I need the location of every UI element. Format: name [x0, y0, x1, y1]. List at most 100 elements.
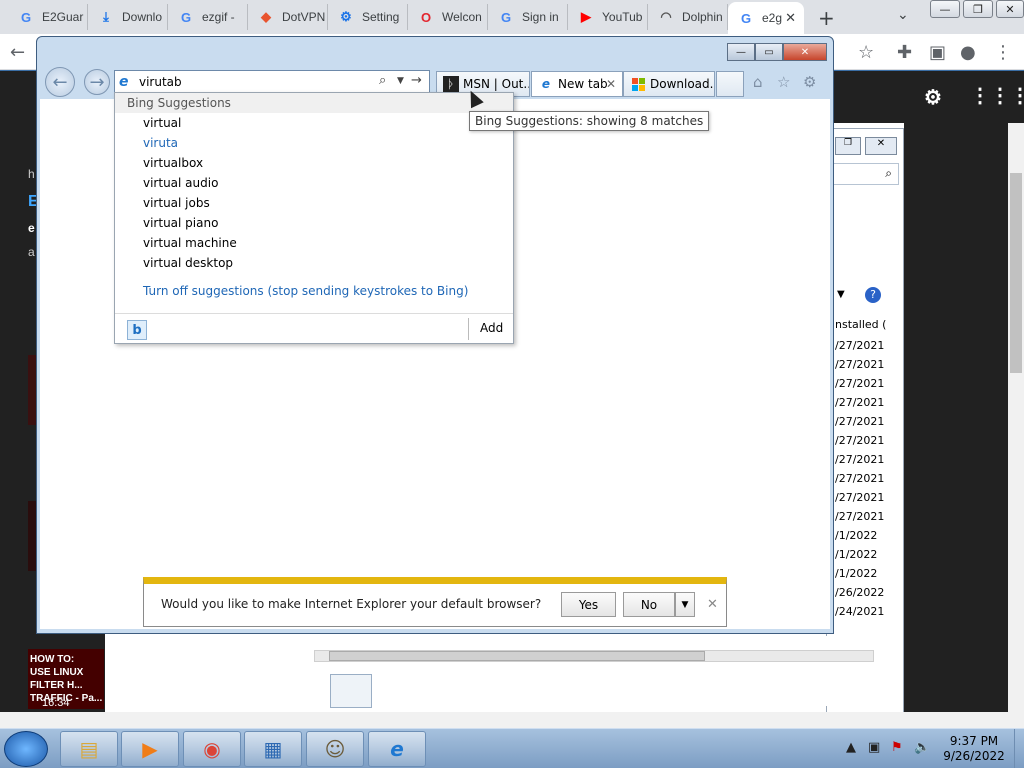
default-browser-notification: Would you like to make Internet Explorer… [143, 577, 727, 627]
date-cell: /1/2022 [835, 548, 878, 561]
add-search-provider-button[interactable]: Add [480, 321, 503, 335]
chrome-tab-e2g-active[interactable]: Ge2g ✕ [728, 2, 804, 34]
ie-minimize-button[interactable]: — [727, 43, 755, 61]
suggestion-item[interactable]: virtual piano [143, 216, 218, 230]
search-icon[interactable]: ⌕ [379, 73, 386, 88]
suggestion-item[interactable]: virtual desktop [143, 256, 233, 270]
clock-time: 9:37 PM [949, 734, 999, 748]
star-icon[interactable]: ☆ [858, 42, 874, 63]
minimize-button[interactable]: — [930, 0, 960, 18]
background-list-area [310, 636, 896, 708]
chrome-tab-dolphin[interactable]: ◠ Dolphin [648, 4, 728, 30]
ie-close-button[interactable]: ✕ [783, 43, 827, 61]
bg-restore-button[interactable]: ❐ [835, 137, 861, 155]
bing-icon[interactable]: b [127, 320, 147, 340]
action-center-icon[interactable]: ⚑ [891, 740, 903, 755]
explorer-taskbar-icon[interactable]: ▤ [60, 731, 118, 767]
date-cell: /27/2021 [835, 396, 885, 409]
back-arrow-icon[interactable]: ← [10, 42, 25, 63]
dropdown-arrow-icon[interactable]: ▼ [837, 289, 845, 300]
favorites-star-icon[interactable]: ☆ [777, 73, 790, 91]
ie-tab-new-tab[interactable]: e New tab ✕ [531, 71, 623, 97]
ie-maximize-button[interactable]: ▭ [755, 43, 783, 61]
suggestion-item[interactable]: virtual jobs [143, 196, 210, 210]
date-cell: /27/2021 [835, 358, 885, 371]
bing-suggestions-dropdown: Bing Suggestions virtual viruta virtualb… [114, 92, 514, 344]
close-notification-icon[interactable]: ✕ [707, 597, 718, 612]
clock[interactable]: 9:37 PM 9/26/2022 [936, 734, 1012, 764]
suggestion-item[interactable]: virtual machine [143, 236, 237, 250]
apps-grid-icon[interactable]: ⋮⋮⋮ [970, 83, 1024, 108]
chrome-tab-signin[interactable]: G Sign in [488, 4, 568, 30]
bg-search-box[interactable]: ⌕ [827, 163, 899, 185]
chrome-tab-downloads[interactable]: ⤓ Downlo [88, 4, 168, 30]
download-icon: ⤓ [103, 9, 109, 24]
tab-label: YouTub [602, 10, 643, 24]
no-button[interactable]: No [623, 592, 675, 617]
close-tab-icon[interactable]: ✕ [606, 77, 616, 91]
column-header-installed[interactable]: nstalled ( [835, 318, 886, 331]
show-desktop-button[interactable] [1014, 729, 1024, 768]
ie-tab-download[interactable]: Download... [623, 71, 715, 97]
chrome-taskbar-icon[interactable]: ◉ [183, 731, 241, 767]
home-icon[interactable]: ⌂ [753, 73, 763, 91]
suggestion-item[interactable]: virtualbox [143, 156, 203, 170]
profile-icon[interactable]: ● [960, 42, 976, 63]
ie-taskbar-icon[interactable]: e [368, 731, 426, 767]
go-arrow-icon[interactable]: → [411, 73, 422, 88]
media-player-taskbar-icon[interactable]: ▶ [121, 731, 179, 767]
suggestion-item-highlighted[interactable]: viruta [143, 136, 178, 150]
ie-new-tab-button[interactable] [716, 71, 744, 97]
tab-label: E2Guar [42, 10, 84, 24]
chrome-tab-ezgif[interactable]: Gezgif - [168, 4, 248, 30]
no-dropdown-arrow-icon[interactable]: ▼ [675, 592, 695, 617]
tools-gear-icon[interactable]: ⚙ [803, 73, 816, 91]
video-thumbnail-linux[interactable]: HOW TO: USE LINUX FILTER H... TRAFFIC - … [28, 649, 104, 709]
horizontal-scrollbar[interactable] [314, 650, 874, 662]
turn-off-suggestions-link[interactable]: Turn off suggestions (stop sending keyst… [143, 284, 468, 298]
tab-label: Download... [650, 77, 715, 91]
windows-icon [630, 76, 646, 92]
sidepanel-icon[interactable]: ▣ [929, 42, 946, 63]
close-button[interactable]: ✕ [996, 0, 1024, 18]
control-panel-taskbar-icon[interactable]: ▦ [244, 731, 302, 767]
ie-forward-button[interactable]: → [84, 69, 110, 95]
settings-gear-icon[interactable]: ⚙ [924, 85, 942, 110]
close-tab-icon[interactable]: ✕ [785, 10, 796, 26]
chrome-tab-settings[interactable]: ⚙ Setting [328, 4, 408, 30]
bg-close-button[interactable]: ✕ [865, 137, 897, 155]
chrome-tab-welcome[interactable]: O Welcon [408, 4, 488, 30]
thumbnail-icon[interactable] [330, 674, 372, 708]
suggestion-item[interactable]: virtual audio [143, 176, 218, 190]
vertical-scrollbar[interactable] [1008, 123, 1024, 728]
suggestion-item[interactable]: virtual [143, 116, 181, 130]
scrollbar-thumb[interactable] [329, 651, 705, 661]
scrollbar-thumb[interactable] [1010, 173, 1022, 373]
new-tab-icon[interactable]: + [818, 6, 835, 30]
date-cell: /1/2022 [835, 567, 878, 580]
show-hidden-icons-icon[interactable]: ▲ [846, 740, 856, 755]
ie-address-bar[interactable]: e ⌕ ▼ → [114, 70, 430, 94]
address-input[interactable] [139, 74, 359, 90]
chrome-tab-youtube[interactable]: ▶ YouTub [568, 4, 648, 30]
menu-dots-icon[interactable]: ⋮ [994, 42, 1012, 63]
yes-button[interactable]: Yes [561, 592, 616, 617]
volume-icon[interactable]: 🔈 [914, 740, 930, 755]
video-duration: 16:34 [42, 697, 70, 709]
network-icon[interactable]: ▣ [868, 740, 880, 755]
horizontal-scrollbar-page[interactable] [0, 712, 1008, 728]
restore-button[interactable]: ❐ [963, 0, 993, 18]
chevron-down-icon[interactable]: ⌄ [897, 7, 909, 23]
date-cell: /1/2022 [835, 529, 878, 542]
chrome-tab-e2guar[interactable]: G E2Guar [8, 4, 88, 30]
chrome-tab-dotvpn[interactable]: ◆ DotVPN [248, 4, 328, 30]
side-text: a [28, 245, 35, 259]
side-text: h [28, 167, 35, 181]
dropdown-arrow-icon[interactable]: ▼ [397, 76, 404, 86]
help-icon[interactable]: ? [865, 287, 881, 303]
extensions-icon[interactable]: ✚ [897, 42, 912, 63]
date-cell: /24/2021 [835, 605, 885, 618]
start-button[interactable] [4, 731, 48, 767]
users-taskbar-icon[interactable]: ☺ [306, 731, 364, 767]
ie-back-button[interactable]: ← [45, 67, 75, 97]
